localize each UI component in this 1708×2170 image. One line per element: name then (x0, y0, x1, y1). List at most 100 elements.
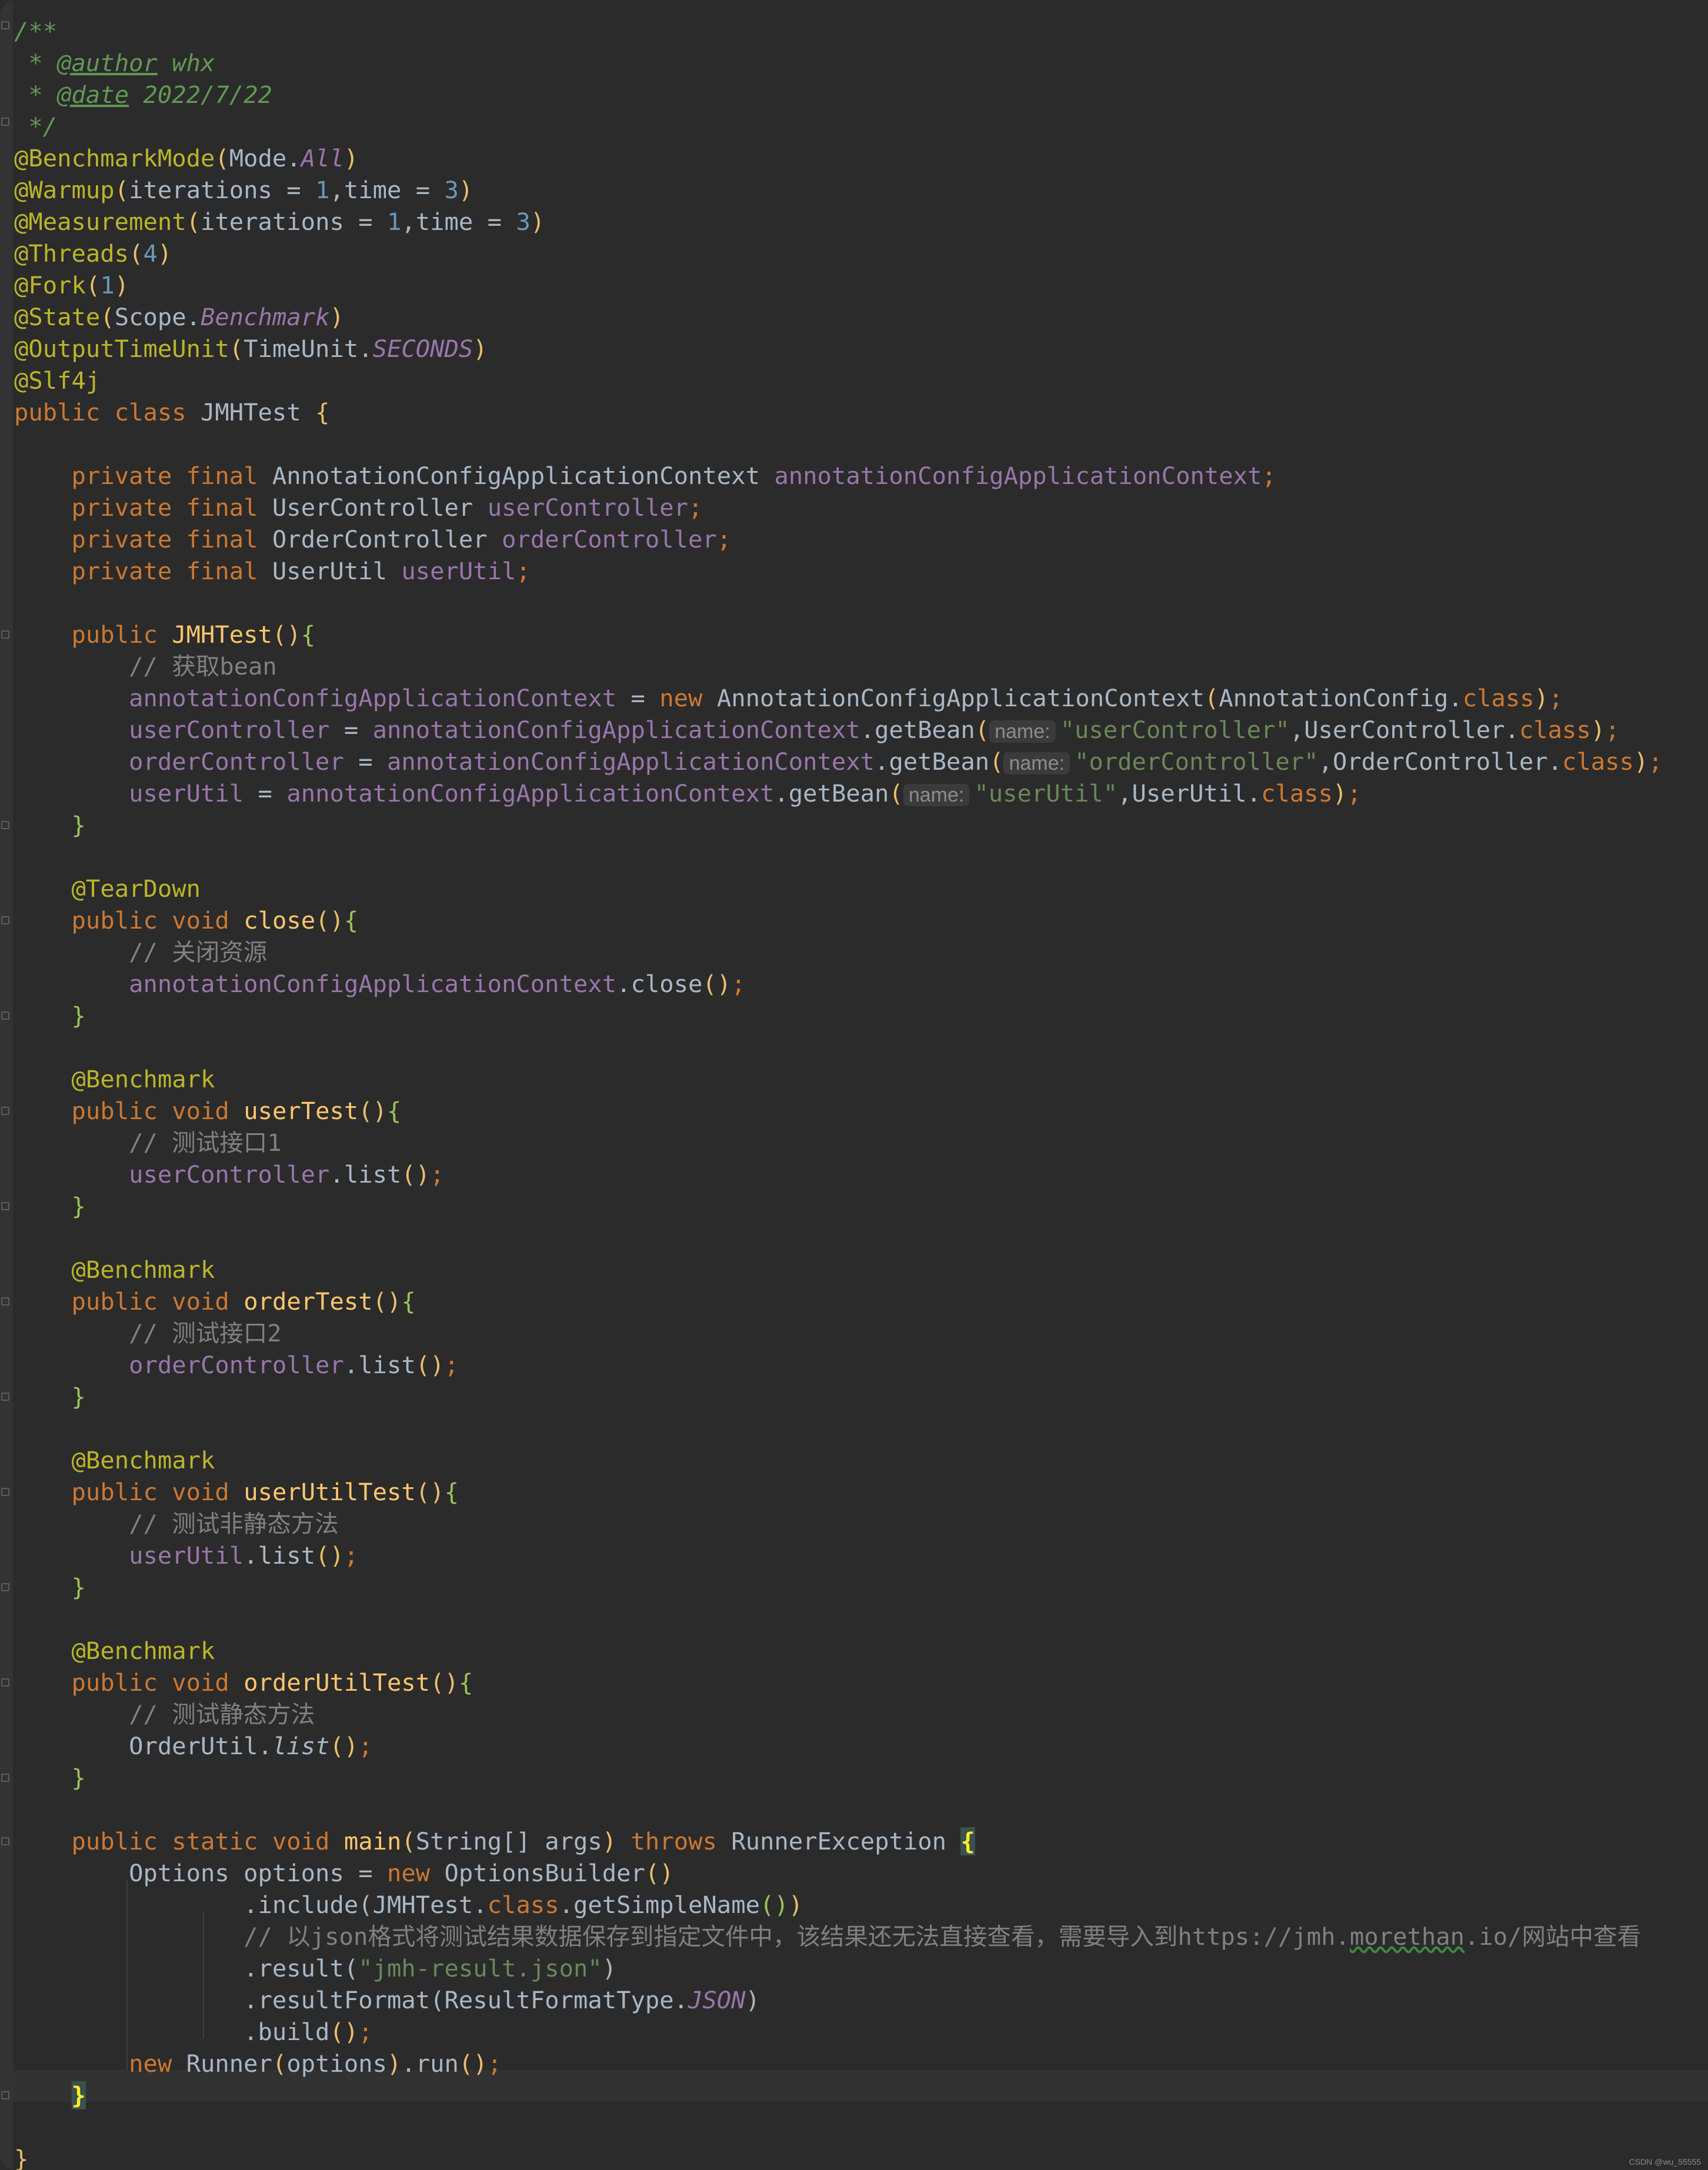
code-token: ; (516, 557, 531, 585)
code-token: .list (329, 1160, 402, 1189)
code-token: () (401, 1160, 431, 1189)
fold-marker-icon[interactable] (1, 1583, 9, 1591)
code-token: void (172, 906, 229, 934)
fold-marker-icon[interactable] (1, 1678, 9, 1687)
code-token: /** (14, 17, 58, 45)
code-token: .build (243, 2018, 330, 2046)
code-token: ) (788, 1891, 803, 1919)
fold-marker-icon[interactable] (1, 1202, 9, 1210)
code-line: private final UserController userControl… (14, 492, 703, 523)
code-line: * @date 2022/7/22 (14, 79, 272, 111)
code-token: userUtilTest (243, 1478, 416, 1506)
code-token: @Warmup (14, 176, 115, 204)
code-line: .resultFormat(ResultFormatType.JSON) (14, 1984, 760, 2016)
code-token: "orderController" (1074, 747, 1319, 776)
code-token: .list (243, 1541, 316, 1570)
code-token: void (172, 1668, 229, 1697)
code-line: } (14, 1571, 86, 1603)
code-token: ; (1549, 684, 1563, 712)
code-token: Benchmark (201, 303, 330, 331)
code-token: } (71, 1001, 86, 1030)
code-token: @TearDown (71, 874, 201, 903)
fold-marker-icon[interactable] (1, 1488, 9, 1496)
code-token: * (14, 49, 58, 77)
code-token: userController (487, 493, 689, 522)
code-token: class (1462, 684, 1534, 712)
code-token: ; (1347, 779, 1362, 807)
matched-brace: } (71, 2081, 86, 2109)
code-line: userController.list(); (14, 1159, 445, 1190)
code-token: new (386, 1859, 431, 1887)
code-line: @Measurement(iterations = 1,time = 3) (14, 206, 545, 238)
code-token: 2022/7/22 (129, 81, 272, 109)
code-token: ; (430, 1160, 445, 1189)
code-token: // 测试静态方法 (129, 1700, 315, 1728)
code-token: .getBean (875, 747, 990, 776)
code-token: // 测试接口1 (129, 1129, 282, 1157)
code-token: .getBean (860, 716, 975, 744)
code-token: // 以json格式将测试结果数据保存到指定文件中，该结果还无法直接查看，需要导… (243, 1922, 1350, 1951)
fold-marker-icon[interactable] (1, 1107, 9, 1115)
code-token: () (458, 2049, 488, 2078)
fold-marker-icon[interactable] (1, 1297, 9, 1306)
code-token: ; (688, 493, 703, 522)
code-token: userUtil (129, 779, 244, 807)
code-line: public void close(){ (14, 904, 359, 936)
code-token: new (129, 2049, 172, 2078)
fold-marker-icon[interactable] (1, 2091, 9, 2099)
code-token: { (315, 398, 330, 426)
fold-marker-icon[interactable] (1, 821, 9, 829)
code-line: public void userUtilTest(){ (14, 1476, 459, 1508)
code-token: () (272, 620, 301, 649)
code-line: orderController.list(); (14, 1349, 459, 1381)
code-token: ) (329, 303, 344, 331)
code-line: /** (14, 15, 57, 47)
code-token: ; (716, 525, 732, 553)
code-token: // 关闭资源 (129, 938, 268, 966)
code-token: close (243, 906, 316, 934)
code-token: ) (745, 1986, 760, 2014)
code-line: @Threads(4) (14, 238, 172, 269)
code-token: annotationConfigApplicationContext (129, 684, 617, 712)
code-token: ( (229, 335, 244, 363)
code-token: new (659, 684, 703, 712)
code-token: ,OrderController. (1318, 747, 1563, 776)
code-line: userController = annotationConfigApplica… (14, 714, 1620, 746)
code-token: 3 (444, 176, 459, 204)
code-token: 4 (143, 239, 158, 268)
fold-marker-icon[interactable] (1, 1774, 9, 1782)
code-line: } (14, 2143, 28, 2170)
code-editor[interactable]: /** * @author whx * @date 2022/7/22 */ @… (0, 0, 1708, 2170)
code-token: .close (616, 970, 703, 998)
fold-marker-icon[interactable] (1, 916, 9, 924)
code-token: ) (530, 208, 545, 236)
fold-marker-icon[interactable] (1, 21, 9, 29)
code-token: orderUtilTest (243, 1668, 431, 1697)
code-line: // 获取bean (14, 650, 277, 682)
code-token: ( (989, 747, 1004, 776)
code-line: public JMHTest(){ (14, 619, 316, 650)
code-token: = (329, 716, 373, 744)
fold-marker-icon[interactable] (1, 630, 9, 639)
code-token: @Slf4j (14, 366, 101, 395)
code-token: = (616, 684, 660, 712)
code-line: @Fork(1) (14, 269, 129, 301)
fold-marker-icon[interactable] (1, 1011, 9, 1020)
fold-marker-icon[interactable] (1, 1393, 9, 1401)
code-token: public static void (71, 1827, 330, 1855)
code-token: .run (401, 2049, 459, 2078)
fold-marker-icon[interactable] (1, 1837, 9, 1845)
code-token: ) (602, 1827, 617, 1855)
code-token: String[] args (415, 1827, 602, 1855)
fold-marker-icon[interactable] (1, 118, 9, 126)
code-token: ( (85, 271, 101, 299)
code-token: throws (631, 1827, 717, 1855)
code-token: { (301, 620, 316, 649)
code-token: class (1562, 747, 1634, 776)
code-token: private final (71, 525, 258, 553)
code-token: userController (129, 1160, 330, 1189)
code-token: } (71, 1764, 86, 1792)
code-token: JMHTest (172, 620, 272, 649)
code-token: ; (444, 1351, 459, 1379)
code-line: } (14, 1762, 86, 1794)
